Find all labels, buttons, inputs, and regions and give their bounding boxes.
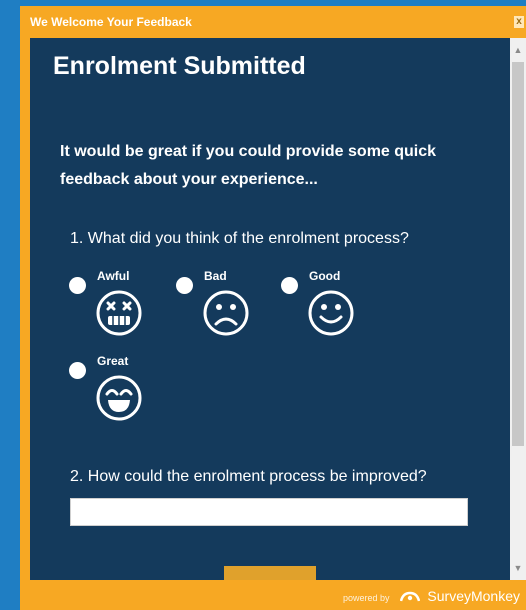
scroll-thumb[interactable] bbox=[512, 62, 524, 446]
radio-awful[interactable] bbox=[69, 277, 86, 294]
radio-good[interactable] bbox=[281, 277, 298, 294]
scroll-down-arrow-icon[interactable]: ▼ bbox=[510, 556, 526, 580]
smiley-face-icon bbox=[308, 290, 354, 336]
radio-bad[interactable] bbox=[176, 277, 193, 294]
question-1-label: 1. What did you think of the enrolment p… bbox=[70, 230, 409, 247]
laughing-face-icon bbox=[96, 375, 142, 421]
intro-text: It would be great if you could provide s… bbox=[60, 143, 437, 188]
option-bad[interactable]: Bad bbox=[176, 269, 256, 339]
improvement-input[interactable] bbox=[70, 498, 468, 526]
scroll-up-arrow-icon[interactable]: ▲ bbox=[510, 38, 526, 62]
widget-title-bar: We Welcome Your Feedback bbox=[20, 6, 526, 38]
vertical-scrollbar[interactable]: ▲ ▼ bbox=[510, 38, 526, 580]
option-great[interactable]: Great bbox=[69, 354, 149, 424]
widget-title: We Welcome Your Feedback bbox=[30, 15, 192, 29]
option-label-bad: Bad bbox=[204, 269, 227, 283]
radio-great[interactable] bbox=[69, 362, 86, 379]
dizzy-face-icon bbox=[96, 290, 142, 336]
option-label-great: Great bbox=[97, 354, 129, 368]
surveymonkey-logo-icon bbox=[399, 591, 420, 602]
powered-by-text: powered by bbox=[342, 593, 390, 603]
option-awful[interactable]: Awful bbox=[69, 269, 149, 339]
option-label-awful: Awful bbox=[97, 269, 130, 283]
question-2-label: 2. How could the enrolment process be im… bbox=[70, 468, 427, 485]
sad-face-icon bbox=[203, 290, 249, 336]
survey-panel: Enrolment Submitted It would be great if… bbox=[30, 38, 510, 580]
feedback-widget: We Welcome Your Feedback x Enrolment Sub… bbox=[20, 6, 526, 610]
option-label-good: Good bbox=[309, 269, 341, 283]
page-title: Enrolment Submitted bbox=[53, 52, 306, 80]
submit-button[interactable] bbox=[224, 566, 316, 580]
close-button[interactable]: x bbox=[514, 16, 524, 28]
brand-name: SurveyMonkey bbox=[427, 588, 520, 604]
powered-by-footer[interactable]: powered by SurveyMonkey bbox=[343, 586, 520, 606]
option-good[interactable]: Good bbox=[281, 269, 361, 339]
